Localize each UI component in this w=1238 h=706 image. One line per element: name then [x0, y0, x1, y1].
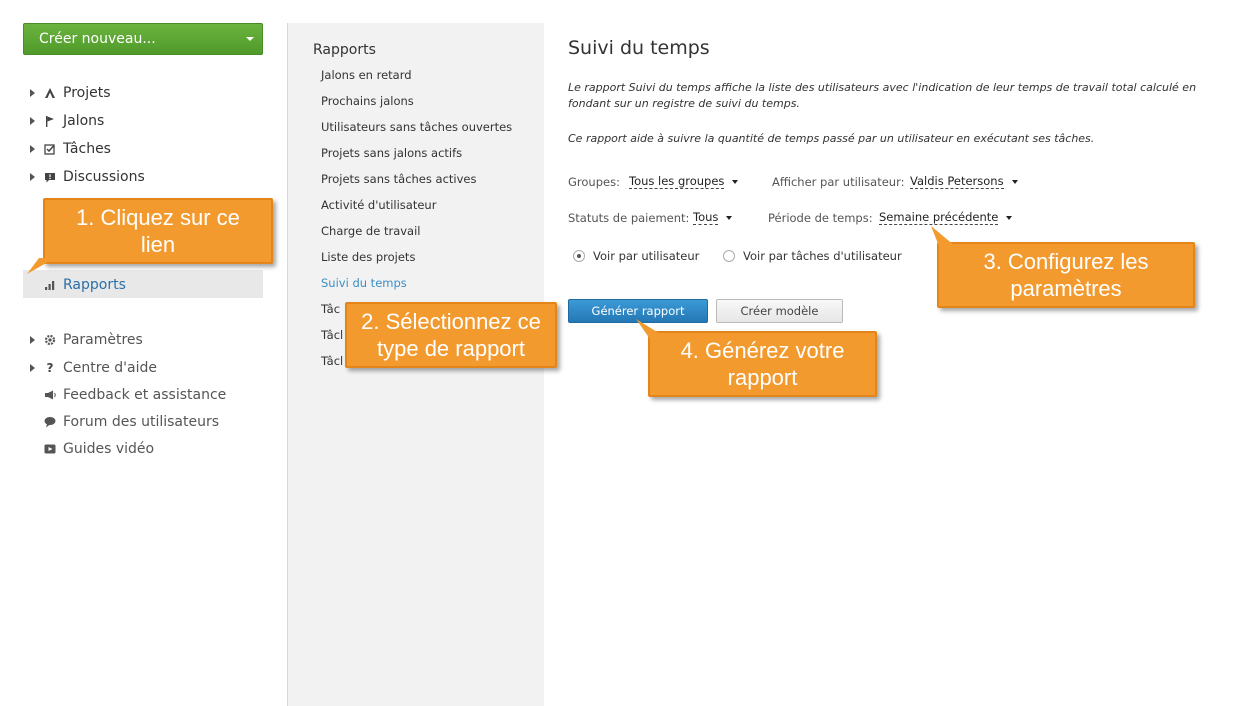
callout-text: 3. Configurez les paramètres — [983, 249, 1149, 301]
sidebar-item-label: Rapports — [63, 277, 126, 293]
sidebar-item-label: Centre d'aide — [63, 360, 157, 376]
groups-label: Groupes: — [568, 175, 620, 189]
megaphone-icon — [43, 388, 57, 402]
question-icon: ? — [46, 361, 54, 375]
report-link-project-list[interactable]: Liste des projets — [321, 250, 415, 264]
expand-arrow-icon[interactable] — [30, 336, 35, 344]
expand-arrow-icon[interactable] — [30, 145, 35, 153]
expand-arrow-icon[interactable] — [30, 89, 35, 97]
report-link-workload[interactable]: Charge de travail — [321, 224, 420, 238]
create-new-button[interactable]: Créer nouveau... — [23, 23, 263, 55]
page-title: Suivi du temps — [568, 37, 710, 59]
sidebar: Créer nouveau... Projets Jalons Tâches D… — [0, 0, 287, 706]
time-period-label: Période de temps: — [768, 211, 873, 225]
sidebar-item-tasks[interactable]: Tâches — [30, 139, 111, 159]
report-link-tasks-1[interactable]: Tâc — [321, 302, 340, 316]
payment-status-label: Statuts de paiement: — [568, 211, 690, 225]
radio-button-checked[interactable] — [573, 250, 585, 262]
checkbox-icon — [43, 142, 57, 156]
report-description: Le rapport Suivi du temps affiche la lis… — [568, 81, 1197, 110]
sidebar-item-label: Paramètres — [63, 332, 143, 348]
expand-arrow-icon[interactable] — [30, 117, 35, 125]
callout-text: 1. Cliquez sur ce lien — [76, 205, 240, 257]
report-link-late-milestones[interactable]: Jalons en retard — [321, 68, 412, 82]
report-link-tasks-2[interactable]: Tâcl — [321, 328, 343, 342]
flag-icon — [43, 114, 57, 128]
user-select-value: Valdis Petersons — [910, 174, 1004, 189]
sidebar-item-discussions[interactable]: Discussions — [30, 167, 145, 187]
sidebar-item-help-center[interactable]: ? Centre d'aide — [30, 358, 157, 378]
sidebar-item-label: Forum des utilisateurs — [63, 414, 220, 430]
callout-text: 2. Sélectionnez ce type de rapport — [361, 309, 541, 361]
reports-panel-title: Rapports — [313, 42, 376, 58]
sidebar-item-label: Tâches — [63, 141, 111, 157]
sidebar-item-projects[interactable]: Projets — [30, 83, 111, 103]
radio-view-by-user-tasks[interactable]: Voir par tâches d'utilisateur — [723, 249, 902, 263]
sidebar-item-reports[interactable]: Rapports — [30, 275, 126, 295]
create-template-button[interactable]: Créer modèle — [716, 299, 843, 323]
create-new-label: Créer nouveau... — [39, 31, 156, 47]
chevron-down-icon — [1011, 179, 1018, 184]
callout-pointer — [27, 258, 55, 274]
time-period-value: Semaine précédente — [879, 210, 999, 225]
callout-pointer — [931, 226, 955, 246]
gear-icon — [43, 333, 57, 347]
groups-select[interactable]: Tous les groupes — [629, 174, 739, 189]
sidebar-item-label: Projets — [63, 85, 111, 101]
callout-step-1: 1. Cliquez sur ce lien — [27, 198, 273, 274]
expand-arrow-icon[interactable] — [30, 364, 35, 372]
callout-step-3: 3. Configurez les paramètres — [931, 226, 1195, 308]
sidebar-item-label: Feedback et assistance — [63, 387, 227, 403]
report-link-user-activity[interactable]: Activité d'utilisateur — [321, 198, 436, 212]
report-description-secondary: Ce rapport aide à suivre la quantité de … — [568, 132, 1095, 145]
payment-status-select[interactable]: Tous — [693, 210, 733, 225]
sidebar-item-video-guides[interactable]: Guides vidéo — [30, 439, 154, 459]
chevron-down-icon — [1006, 215, 1013, 220]
sidebar-item-label: Discussions — [63, 169, 145, 185]
projects-icon — [43, 86, 57, 100]
play-icon — [43, 442, 57, 456]
user-select[interactable]: Valdis Petersons — [910, 174, 1018, 189]
radio-button-unchecked[interactable] — [723, 250, 735, 262]
callout-text: 4. Générez votre rapport — [680, 338, 845, 390]
bar-chart-icon — [43, 278, 57, 292]
report-link-projects-no-active-tasks[interactable]: Projets sans tâches actives — [321, 172, 476, 186]
payment-status-value: Tous — [693, 210, 719, 225]
comment-icon — [43, 170, 57, 184]
speech-bubble-icon — [43, 415, 57, 429]
chevron-down-icon — [732, 179, 739, 184]
radio-label: Voir par utilisateur — [593, 249, 700, 263]
sidebar-item-forum[interactable]: Forum des utilisateurs — [30, 412, 219, 432]
report-link-upcoming-milestones[interactable]: Prochains jalons — [321, 94, 414, 108]
chevron-down-icon[interactable] — [246, 37, 254, 41]
radio-label: Voir par tâches d'utilisateur — [743, 249, 902, 263]
user-filter-label: Afficher par utilisateur: — [772, 175, 905, 189]
time-period-select[interactable]: Semaine précédente — [879, 210, 1013, 225]
report-link-tasks-3[interactable]: Tâcl — [321, 354, 343, 368]
sidebar-item-label: Guides vidéo — [63, 441, 155, 457]
expand-arrow-icon[interactable] — [30, 173, 35, 181]
sidebar-item-label: Jalons — [63, 113, 105, 129]
radio-view-by-user[interactable]: Voir par utilisateur — [573, 249, 699, 263]
report-link-users-no-open-tasks[interactable]: Utilisateurs sans tâches ouvertes — [321, 120, 512, 134]
report-link-projects-no-active-milestones[interactable]: Projets sans jalons actifs — [321, 146, 462, 160]
report-link-time-tracking[interactable]: Suivi du temps — [321, 276, 407, 290]
sidebar-item-settings[interactable]: Paramètres — [30, 330, 143, 350]
chevron-down-icon — [726, 215, 733, 220]
groups-select-value: Tous les groupes — [629, 174, 725, 189]
callout-step-2: 2. Sélectionnez ce type de rapport — [345, 302, 557, 368]
callout-step-4: 4. Générez votre rapport — [636, 319, 877, 397]
sidebar-item-milestones[interactable]: Jalons — [30, 111, 104, 131]
sidebar-item-feedback[interactable]: Feedback et assistance — [30, 385, 226, 405]
